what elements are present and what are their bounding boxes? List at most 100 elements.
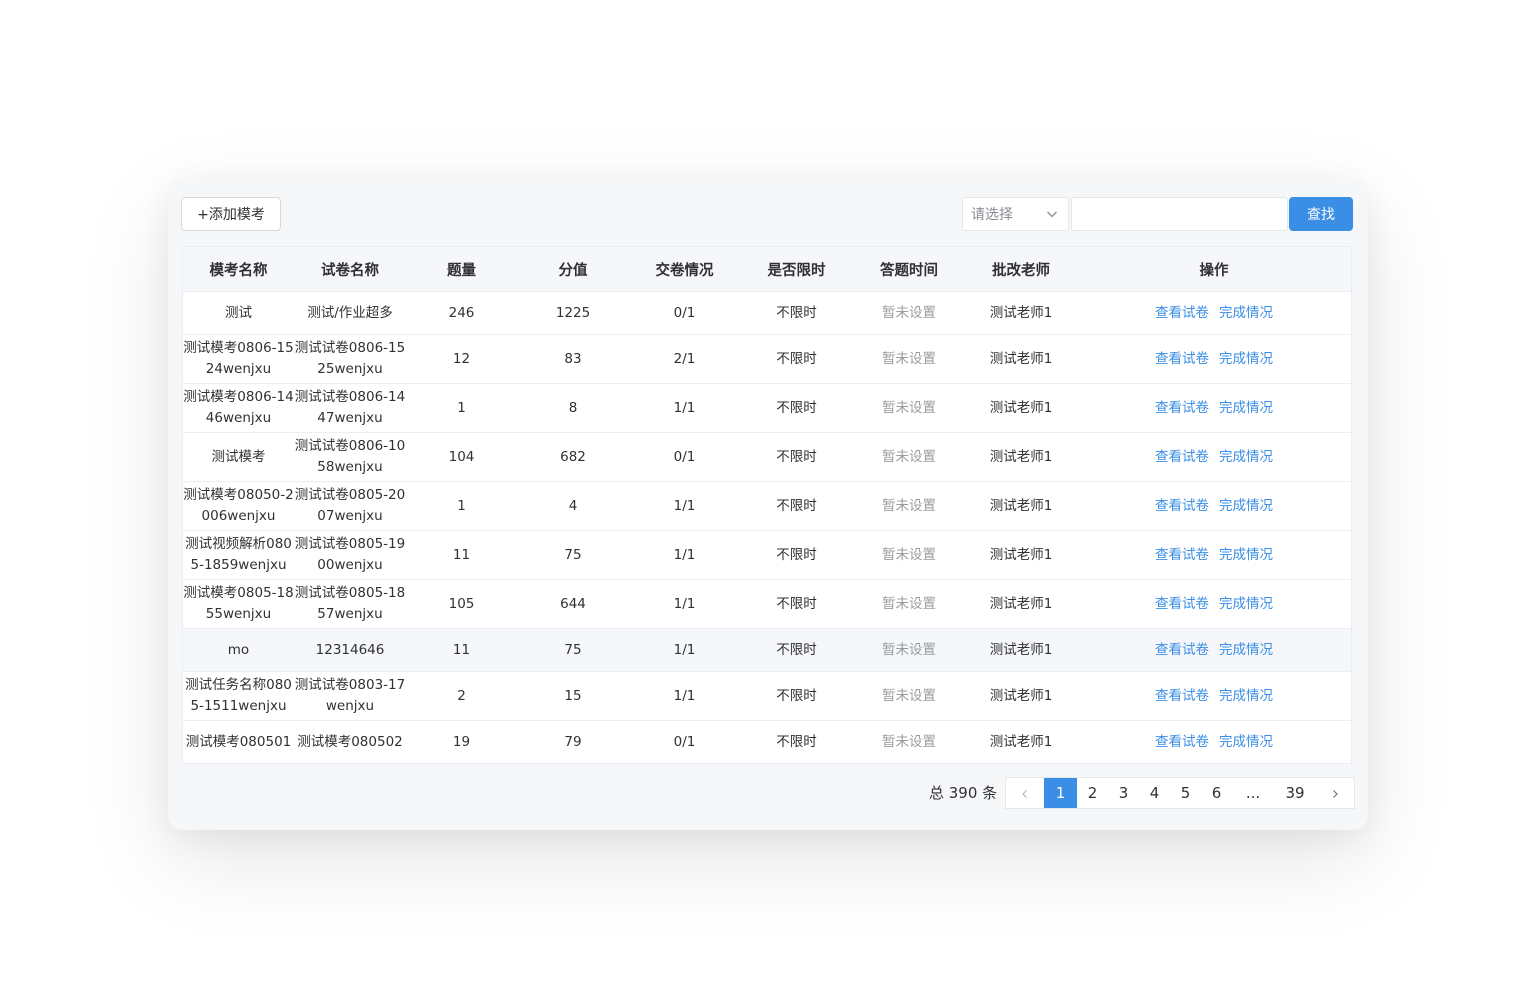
- cell-paper-name: 12314646: [294, 628, 406, 672]
- cell-score: 682: [517, 432, 629, 482]
- cell-submission: 1/1: [629, 579, 740, 629]
- cell-question-count: 19: [452, 733, 471, 750]
- view-paper-link[interactable]: 查看试卷: [1155, 734, 1209, 750]
- cell-score: 1225: [517, 291, 629, 335]
- exam-panel: +添加模考 请选择 查找 模考名称 试卷名称 题量 分值 交卷情况 是否限时 答…: [168, 178, 1368, 830]
- column-header: 分值: [517, 247, 629, 292]
- completion-link[interactable]: 完成情况: [1219, 449, 1273, 465]
- table-header: 模考名称 试卷名称 题量 分值 交卷情况 是否限时 答题时间 批改老师 操作: [183, 247, 1351, 292]
- completion-link[interactable]: 完成情况: [1219, 734, 1273, 750]
- cell-answer-time: 暂未设置: [853, 530, 965, 580]
- exam-table: 模考名称 试卷名称 题量 分值 交卷情况 是否限时 答题时间 批改老师 操作 测…: [182, 246, 1352, 764]
- view-paper-link[interactable]: 查看试卷: [1155, 642, 1209, 658]
- cell-time-limit: 不限时: [740, 628, 853, 672]
- table-row: 测试模考 测试试卷0806-1058wenjxu 104 682 0/1 不限时…: [183, 432, 1351, 482]
- view-paper-link[interactable]: 查看试卷: [1155, 305, 1209, 321]
- cell-submission: 0/1: [673, 733, 696, 750]
- cell-exam-name: 测试模考08050-2006wenjxu: [183, 481, 294, 531]
- cell-question-count: 105: [406, 579, 517, 629]
- cell-submission: 1/1: [629, 481, 740, 531]
- view-paper-link[interactable]: 查看试卷: [1155, 498, 1209, 514]
- cell-grader: 测试老师1: [965, 432, 1077, 482]
- cell-paper-name: 测试/作业超多: [294, 291, 406, 335]
- cell-time-limit: 不限时: [740, 530, 853, 580]
- search-input[interactable]: [1071, 197, 1288, 231]
- completion-link[interactable]: 完成情况: [1219, 400, 1273, 416]
- column-header: 是否限时: [740, 247, 853, 292]
- page-button-6[interactable]: 6: [1201, 778, 1232, 808]
- column-header: 操作: [1077, 247, 1351, 292]
- cell-answer-time: 暂未设置: [853, 671, 965, 721]
- cell-paper-name: 测试试卷0803-17wenjxu: [294, 671, 406, 721]
- cell-score: 644: [517, 579, 629, 629]
- cell-actions: 查看试卷 完成情况: [1077, 579, 1351, 629]
- view-paper-link[interactable]: 查看试卷: [1155, 596, 1209, 612]
- completion-link[interactable]: 完成情况: [1219, 498, 1273, 514]
- column-header: 模考名称: [183, 247, 294, 292]
- cell-question-count: 11: [406, 628, 517, 672]
- cell-actions: 查看试卷 完成情况: [1077, 432, 1351, 482]
- cell-time-limit: 不限时: [740, 334, 853, 384]
- view-paper-link[interactable]: 查看试卷: [1155, 547, 1209, 563]
- cell-question-count: 104: [406, 432, 517, 482]
- cell-grader: 测试老师1: [965, 628, 1077, 672]
- cell-actions: 查看试卷 完成情况: [1077, 334, 1351, 384]
- total-count: 总 390 条: [929, 784, 998, 802]
- column-header: 试卷名称: [294, 247, 406, 292]
- next-page-button[interactable]: [1316, 778, 1354, 808]
- filter-select[interactable]: 请选择: [962, 197, 1069, 231]
- page-button-3[interactable]: 3: [1108, 778, 1139, 808]
- view-paper-link[interactable]: 查看试卷: [1155, 351, 1209, 367]
- table-row: 测试模考0806-1524wenjxu 测试试卷0806-1525wenjxu …: [183, 334, 1351, 384]
- table-row: mo 12314646 11 75 1/1 不限时 暂未设置 测试老师1 查看试…: [183, 628, 1351, 672]
- completion-link[interactable]: 完成情况: [1219, 642, 1273, 658]
- cell-paper-name: 测试试卷0806-1058wenjxu: [294, 432, 406, 482]
- cell-exam-name: 测试任务名称0805-1511wenjxu: [183, 671, 294, 721]
- filter-select-placeholder: 请选择: [971, 207, 1013, 223]
- completion-link[interactable]: 完成情况: [1219, 351, 1273, 367]
- cell-answer-time: 暂未设置: [882, 733, 936, 750]
- prev-page-button[interactable]: [1006, 778, 1044, 808]
- cell-exam-name: 测试模考0806-1524wenjxu: [183, 334, 294, 384]
- cell-submission: 1/1: [629, 530, 740, 580]
- view-paper-link[interactable]: 查看试卷: [1155, 400, 1209, 416]
- view-paper-link[interactable]: 查看试卷: [1155, 449, 1209, 465]
- page-button-39[interactable]: 39: [1274, 778, 1316, 808]
- table-row: 测试 测试/作业超多 246 1225 0/1 不限时 暂未设置 测试老师1 查…: [183, 291, 1351, 335]
- cell-question-count: 246: [406, 291, 517, 335]
- cell-actions: 查看试卷 完成情况: [1077, 628, 1351, 672]
- cell-answer-time: 暂未设置: [853, 291, 965, 335]
- cell-exam-name: 测试模考: [183, 432, 294, 482]
- page-button-2[interactable]: 2: [1077, 778, 1108, 808]
- cell-paper-name: 测试试卷0805-1857wenjxu: [294, 579, 406, 629]
- completion-link[interactable]: 完成情况: [1219, 305, 1273, 321]
- cell-paper-name: 测试模考080502: [297, 733, 403, 750]
- cell-grader: 测试老师1: [965, 334, 1077, 384]
- column-header: 题量: [406, 247, 517, 292]
- cell-time-limit: 不限时: [740, 383, 853, 433]
- chevron-left-icon: [1022, 789, 1027, 798]
- cell-grader: 测试老师1: [965, 481, 1077, 531]
- cell-score: 8: [517, 383, 629, 433]
- cell-paper-name: 测试试卷0806-1525wenjxu: [294, 334, 406, 384]
- cell-paper-name: 测试试卷0805-2007wenjxu: [294, 481, 406, 531]
- cell-paper-name: 测试试卷0805-1900wenjxu: [294, 530, 406, 580]
- page-button-1[interactable]: 1: [1044, 778, 1077, 808]
- view-paper-link[interactable]: 查看试卷: [1155, 688, 1209, 704]
- cell-answer-time: 暂未设置: [853, 628, 965, 672]
- page-button-5[interactable]: 5: [1170, 778, 1201, 808]
- page-button-4[interactable]: 4: [1139, 778, 1170, 808]
- cell-score: 75: [517, 530, 629, 580]
- completion-link[interactable]: 完成情况: [1219, 596, 1273, 612]
- cell-exam-name: 测试模考080501: [185, 733, 292, 750]
- completion-link[interactable]: 完成情况: [1219, 688, 1273, 704]
- cell-actions: 查看试卷 完成情况: [1077, 481, 1351, 531]
- cell-exam-name: mo: [183, 628, 294, 672]
- completion-link[interactable]: 完成情况: [1219, 547, 1273, 563]
- page-ellipsis[interactable]: ...: [1232, 778, 1274, 808]
- table-row: 测试任务名称0805-1511wenjxu 测试试卷0803-17wenjxu …: [183, 671, 1351, 721]
- search-button[interactable]: 查找: [1289, 197, 1353, 231]
- add-exam-button[interactable]: +添加模考: [181, 197, 281, 231]
- cell-time-limit: 不限时: [740, 432, 853, 482]
- cell-answer-time: 暂未设置: [853, 432, 965, 482]
